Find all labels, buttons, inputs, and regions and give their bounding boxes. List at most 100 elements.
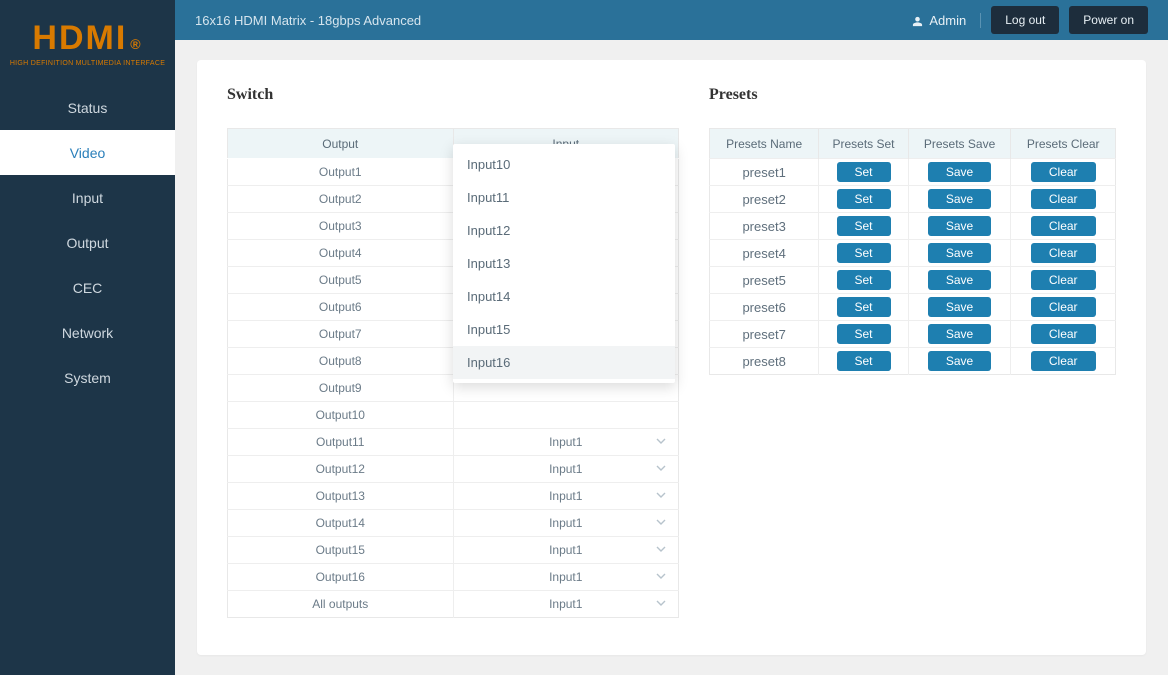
chevron-down-icon [656,570,666,584]
preset-set-button[interactable]: Set [837,324,891,344]
dropdown-option[interactable]: Input14 [453,280,675,313]
preset-save-button[interactable]: Save [928,270,991,290]
dropdown-option[interactable]: Input11 [453,181,675,214]
presets-header-save: Presets Save [908,129,1011,159]
output-cell: Output9 [228,375,454,402]
preset-save-button[interactable]: Save [928,297,991,317]
preset-set-button[interactable]: Set [837,216,891,236]
preset-row: preset7 Set Save Clear [710,321,1116,348]
logout-button[interactable]: Log out [991,6,1059,34]
preset-save-button[interactable]: Save [928,189,991,209]
preset-clear-button[interactable]: Clear [1031,351,1096,371]
output-cell: Output4 [228,240,454,267]
output-cell: Output11 [228,429,454,456]
preset-clear-button[interactable]: Clear [1031,324,1096,344]
preset-name: preset1 [710,159,819,186]
preset-set-button[interactable]: Set [837,351,891,371]
preset-save-button[interactable]: Save [928,243,991,263]
output-cell: Output7 [228,321,454,348]
logo: HDMI® HIGH DEFINITION MULTIMEDIA INTERFA… [0,0,175,85]
preset-row: preset8 Set Save Clear [710,348,1116,375]
preset-clear-button[interactable]: Clear [1031,297,1096,317]
output-cell: Output2 [228,186,454,213]
chevron-down-icon [656,489,666,503]
input-select[interactable]: Input1 [453,537,679,564]
presets-table: Presets Name Presets Set Presets Save Pr… [709,128,1116,375]
sidebar-item-cec[interactable]: CEC [0,265,175,310]
dropdown-option[interactable]: Input12 [453,214,675,247]
input-select[interactable] [453,402,679,429]
preset-set-button[interactable]: Set [837,189,891,209]
switch-row: Output13Input1 [228,483,679,510]
dropdown-option[interactable]: Input16 [453,346,675,379]
preset-set-button[interactable]: Set [837,297,891,317]
chevron-down-icon [656,543,666,557]
preset-clear-button[interactable]: Clear [1031,189,1096,209]
power-button[interactable]: Power on [1069,6,1148,34]
preset-clear-button[interactable]: Clear [1031,243,1096,263]
dropdown-option[interactable]: Input13 [453,247,675,280]
sidebar: HDMI® HIGH DEFINITION MULTIMEDIA INTERFA… [0,0,175,675]
chevron-down-icon [656,597,666,611]
preset-name: preset8 [710,348,819,375]
preset-set-button[interactable]: Set [837,243,891,263]
output-cell: Output3 [228,213,454,240]
output-cell: Output5 [228,267,454,294]
switch-row: Output12Input1 [228,456,679,483]
input-select[interactable]: Input1 [453,483,679,510]
preset-clear-button[interactable]: Clear [1031,270,1096,290]
preset-name: preset3 [710,213,819,240]
preset-clear-button[interactable]: Clear [1031,216,1096,236]
preset-set-button[interactable]: Set [837,270,891,290]
preset-save-button[interactable]: Save [928,351,991,371]
sidebar-item-system[interactable]: System [0,355,175,400]
user-label[interactable]: Admin [912,13,981,28]
preset-save-button[interactable]: Save [928,162,991,182]
preset-name: preset7 [710,321,819,348]
output-cell: Output14 [228,510,454,537]
sidebar-item-output[interactable]: Output [0,220,175,265]
page-title: 16x16 HDMI Matrix - 18gbps Advanced [195,13,912,28]
preset-save-button[interactable]: Save [928,324,991,344]
input-select[interactable]: Input1 [453,429,679,456]
input-select[interactable]: Input1 [453,591,679,618]
output-cell: Output10 [228,402,454,429]
topbar: 16x16 HDMI Matrix - 18gbps Advanced Admi… [175,0,1168,40]
sidebar-item-status[interactable]: Status [0,85,175,130]
output-cell: Output16 [228,564,454,591]
preset-row: preset5SetSaveClear [710,267,1116,294]
sidebar-nav: StatusVideoInputOutputCECNetworkSystem [0,85,175,400]
output-cell: All outputs [228,591,454,618]
switch-panel: Switch Output Input Output1Input1Output2… [227,86,679,625]
preset-name: preset6 [710,294,819,321]
input-select[interactable]: Input1 [453,456,679,483]
preset-row: preset1 Set Save Clear [710,159,1116,186]
dropdown-option[interactable]: Input15 [453,313,675,346]
preset-set-button[interactable]: Set [837,162,891,182]
presets-header-name: Presets Name [710,129,819,159]
output-cell: Output6 [228,294,454,321]
input-select[interactable]: Input1 [453,564,679,591]
chevron-down-icon [656,435,666,449]
chevron-down-icon [656,516,666,530]
switch-row: Output15Input1 [228,537,679,564]
output-cell: Output8 [228,348,454,375]
preset-save-button[interactable]: Save [928,216,991,236]
input-dropdown[interactable]: Input10Input11Input12Input13Input14Input… [453,144,675,383]
switch-row: All outputsInput1 [228,591,679,618]
preset-row: preset4SetSaveClear [710,240,1116,267]
sidebar-item-input[interactable]: Input [0,175,175,220]
preset-row: preset3 Set Save Clear [710,213,1116,240]
sidebar-item-video[interactable]: Video [0,130,175,175]
output-cell: Output12 [228,456,454,483]
input-select[interactable]: Input1 [453,510,679,537]
dropdown-option[interactable]: Input10 [453,148,675,181]
main: 16x16 HDMI Matrix - 18gbps Advanced Admi… [175,0,1168,675]
sidebar-item-network[interactable]: Network [0,310,175,355]
presets-panel: Presets Presets Name Presets Set Presets… [709,86,1116,625]
preset-clear-button[interactable]: Clear [1031,162,1096,182]
chevron-down-icon [656,462,666,476]
output-cell: Output1 [228,159,454,186]
switch-header-output: Output [228,129,454,159]
preset-name: preset2 [710,186,819,213]
